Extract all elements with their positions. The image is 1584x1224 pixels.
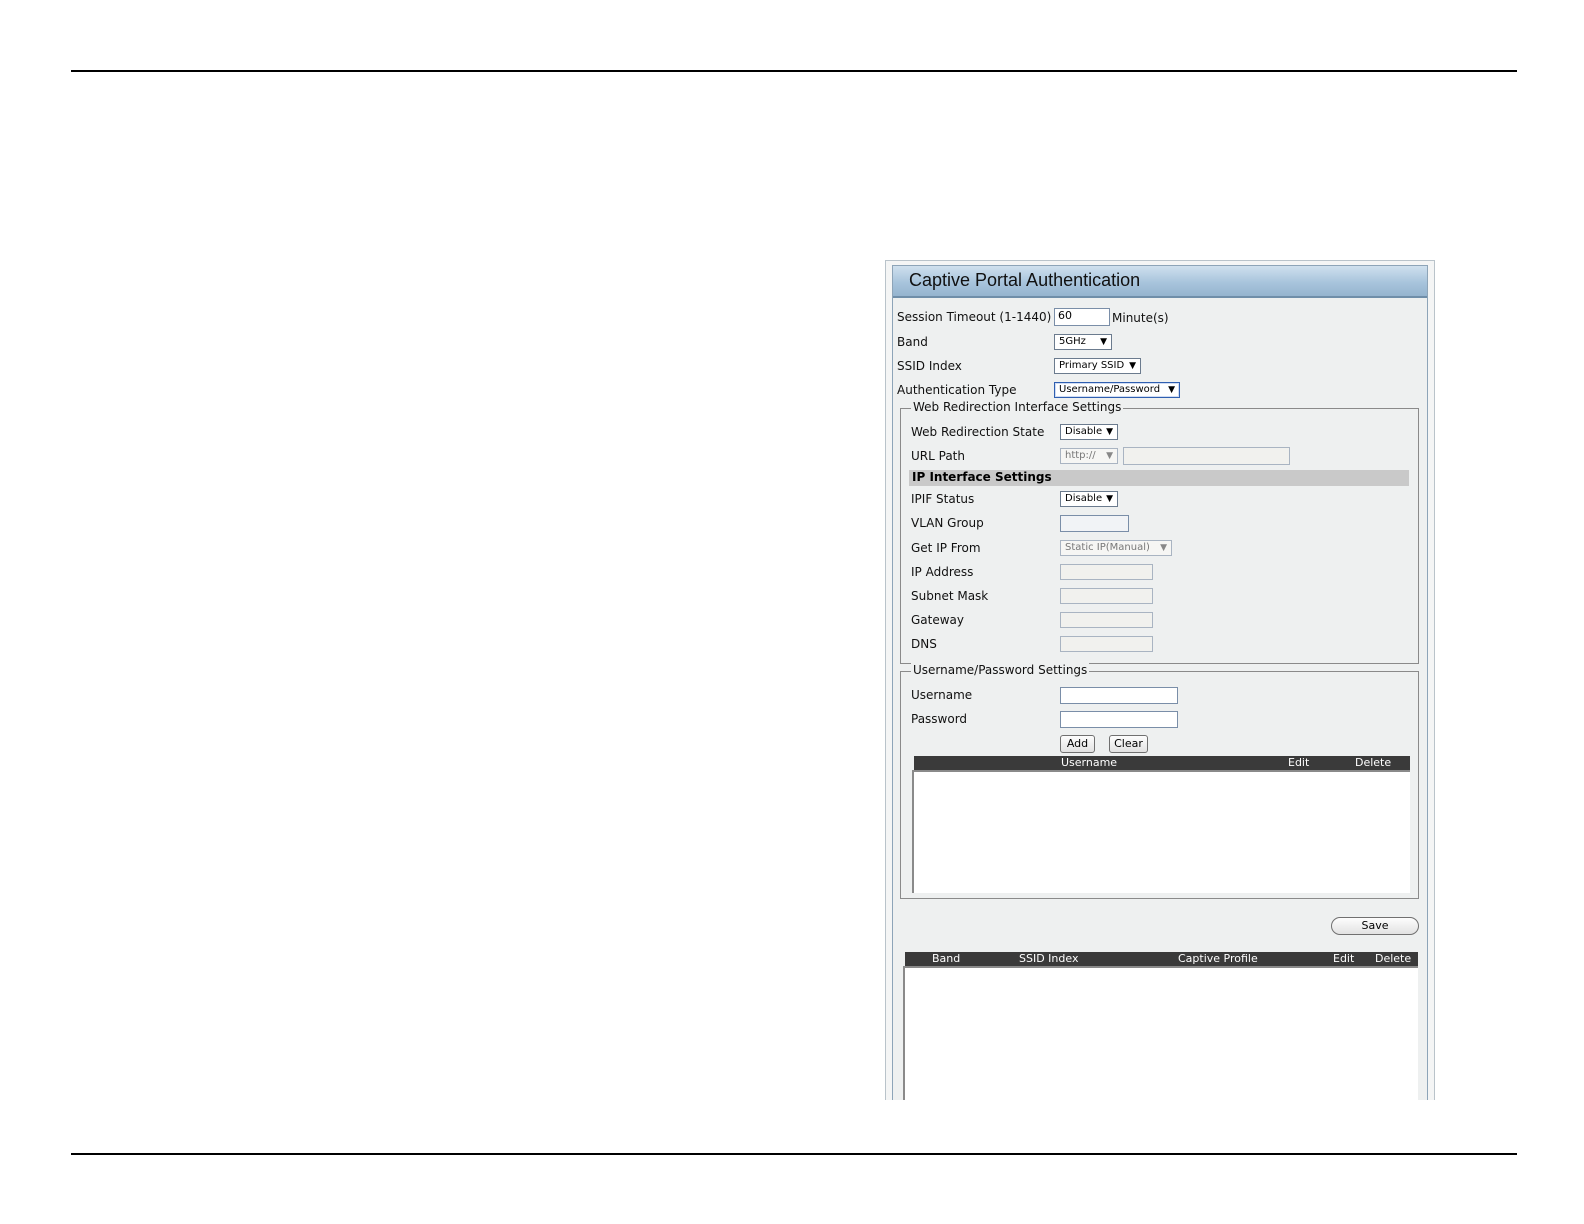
chevron-down-icon: ▼ xyxy=(1106,451,1113,461)
chevron-down-icon: ▼ xyxy=(1168,385,1175,395)
subnet-mask-input[interactable] xyxy=(1060,588,1153,604)
user-table-body xyxy=(912,770,1410,893)
panel-frame: Captive Portal Authentication Session Ti… xyxy=(892,265,1428,1100)
user-table-header-edit: Edit xyxy=(1288,756,1310,769)
profile-table-header-delete: Delete xyxy=(1375,952,1412,965)
user-table-header: Username Edit Delete xyxy=(914,756,1410,770)
web-redirection-state-selected: Disable xyxy=(1065,426,1103,437)
band-label: Band xyxy=(897,335,928,349)
ip-interface-heading-bar: IP Interface Settings xyxy=(909,470,1409,486)
username-input[interactable] xyxy=(1060,687,1178,704)
url-path-label: URL Path xyxy=(911,449,965,463)
get-ip-from-select[interactable]: Static IP(Manual) ▼ xyxy=(1060,540,1172,556)
captive-portal-panel: Captive Portal Authentication Session Ti… xyxy=(885,260,1435,1100)
clear-button[interactable]: Clear xyxy=(1109,735,1148,753)
gateway-label: Gateway xyxy=(911,613,965,627)
session-timeout-unit: Minute(s) xyxy=(1112,311,1169,325)
chevron-down-icon: ▼ xyxy=(1129,361,1136,371)
session-timeout-input[interactable]: 60 xyxy=(1054,308,1110,326)
ssid-index-select[interactable]: Primary SSID ▼ xyxy=(1054,358,1141,374)
dns-input[interactable] xyxy=(1060,636,1153,652)
band-selected: 5GHz xyxy=(1059,336,1086,347)
user-table-header-username: Username xyxy=(1061,756,1118,769)
userpass-fieldset: Username/Password Settings Username Pass… xyxy=(900,663,1419,899)
panel-title: Captive Portal Authentication xyxy=(909,270,1141,290)
vlan-group-input[interactable] xyxy=(1060,515,1129,532)
top-rule xyxy=(71,70,1517,72)
ssid-index-label: SSID Index xyxy=(897,359,962,373)
ip-interface-heading: IP Interface Settings xyxy=(912,470,1052,484)
vlan-group-label: VLAN Group xyxy=(911,516,984,530)
subnet-mask-label: Subnet Mask xyxy=(911,589,989,603)
panel-titlebar: Captive Portal Authentication xyxy=(893,266,1427,298)
auth-type-select[interactable]: Username/Password ▼ xyxy=(1054,382,1180,398)
url-path-input[interactable] xyxy=(1123,447,1290,465)
web-redirection-state-label: Web Redirection State xyxy=(911,425,1045,439)
save-button[interactable]: Save xyxy=(1331,917,1419,935)
profile-table-header-ssid-index: SSID Index xyxy=(1019,952,1079,965)
profile-table-body xyxy=(903,966,1418,1100)
profile-table-header-edit: Edit xyxy=(1333,952,1355,965)
add-button[interactable]: Add xyxy=(1060,735,1095,753)
url-scheme-select[interactable]: http:// ▼ xyxy=(1060,448,1118,464)
bottom-rule xyxy=(71,1153,1517,1155)
web-redirection-fieldset: Web Redirection Interface Settings Web R… xyxy=(900,400,1419,664)
ipif-status-select[interactable]: Disable ▼ xyxy=(1060,491,1118,507)
username-label: Username xyxy=(911,688,973,702)
gateway-input[interactable] xyxy=(1060,612,1153,628)
chevron-down-icon: ▼ xyxy=(1106,427,1113,437)
get-ip-from-label: Get IP From xyxy=(911,541,981,555)
chevron-down-icon: ▼ xyxy=(1160,543,1167,553)
profile-table-header: Band SSID Index Captive Profile Edit Del… xyxy=(905,952,1418,966)
userpass-legend: Username/Password Settings xyxy=(911,663,1090,677)
dns-label: DNS xyxy=(911,637,937,651)
password-label: Password xyxy=(911,712,968,726)
get-ip-from-selected: Static IP(Manual) xyxy=(1065,542,1150,553)
password-input[interactable] xyxy=(1060,711,1178,728)
web-redirection-legend: Web Redirection Interface Settings xyxy=(911,400,1124,414)
auth-type-label: Authentication Type xyxy=(897,383,1017,397)
chevron-down-icon: ▼ xyxy=(1106,494,1113,504)
ipif-status-label: IPIF Status xyxy=(911,492,975,506)
ipif-status-selected: Disable xyxy=(1065,493,1103,504)
url-scheme-selected: http:// xyxy=(1065,450,1096,461)
profile-table-header-band: Band xyxy=(932,952,961,965)
user-table-header-delete: Delete xyxy=(1355,756,1392,769)
ip-address-label: IP Address xyxy=(911,565,974,579)
chevron-down-icon: ▼ xyxy=(1100,337,1107,347)
band-select[interactable]: 5GHz ▼ xyxy=(1054,334,1112,350)
session-timeout-label: Session Timeout (1-1440) xyxy=(897,310,1052,324)
ip-address-input[interactable] xyxy=(1060,564,1153,580)
web-redirection-state-select[interactable]: Disable ▼ xyxy=(1060,424,1118,440)
auth-type-selected: Username/Password xyxy=(1059,384,1161,395)
profile-table-header-captive-profile: Captive Profile xyxy=(1178,952,1258,965)
ssid-index-selected: Primary SSID xyxy=(1059,360,1125,371)
